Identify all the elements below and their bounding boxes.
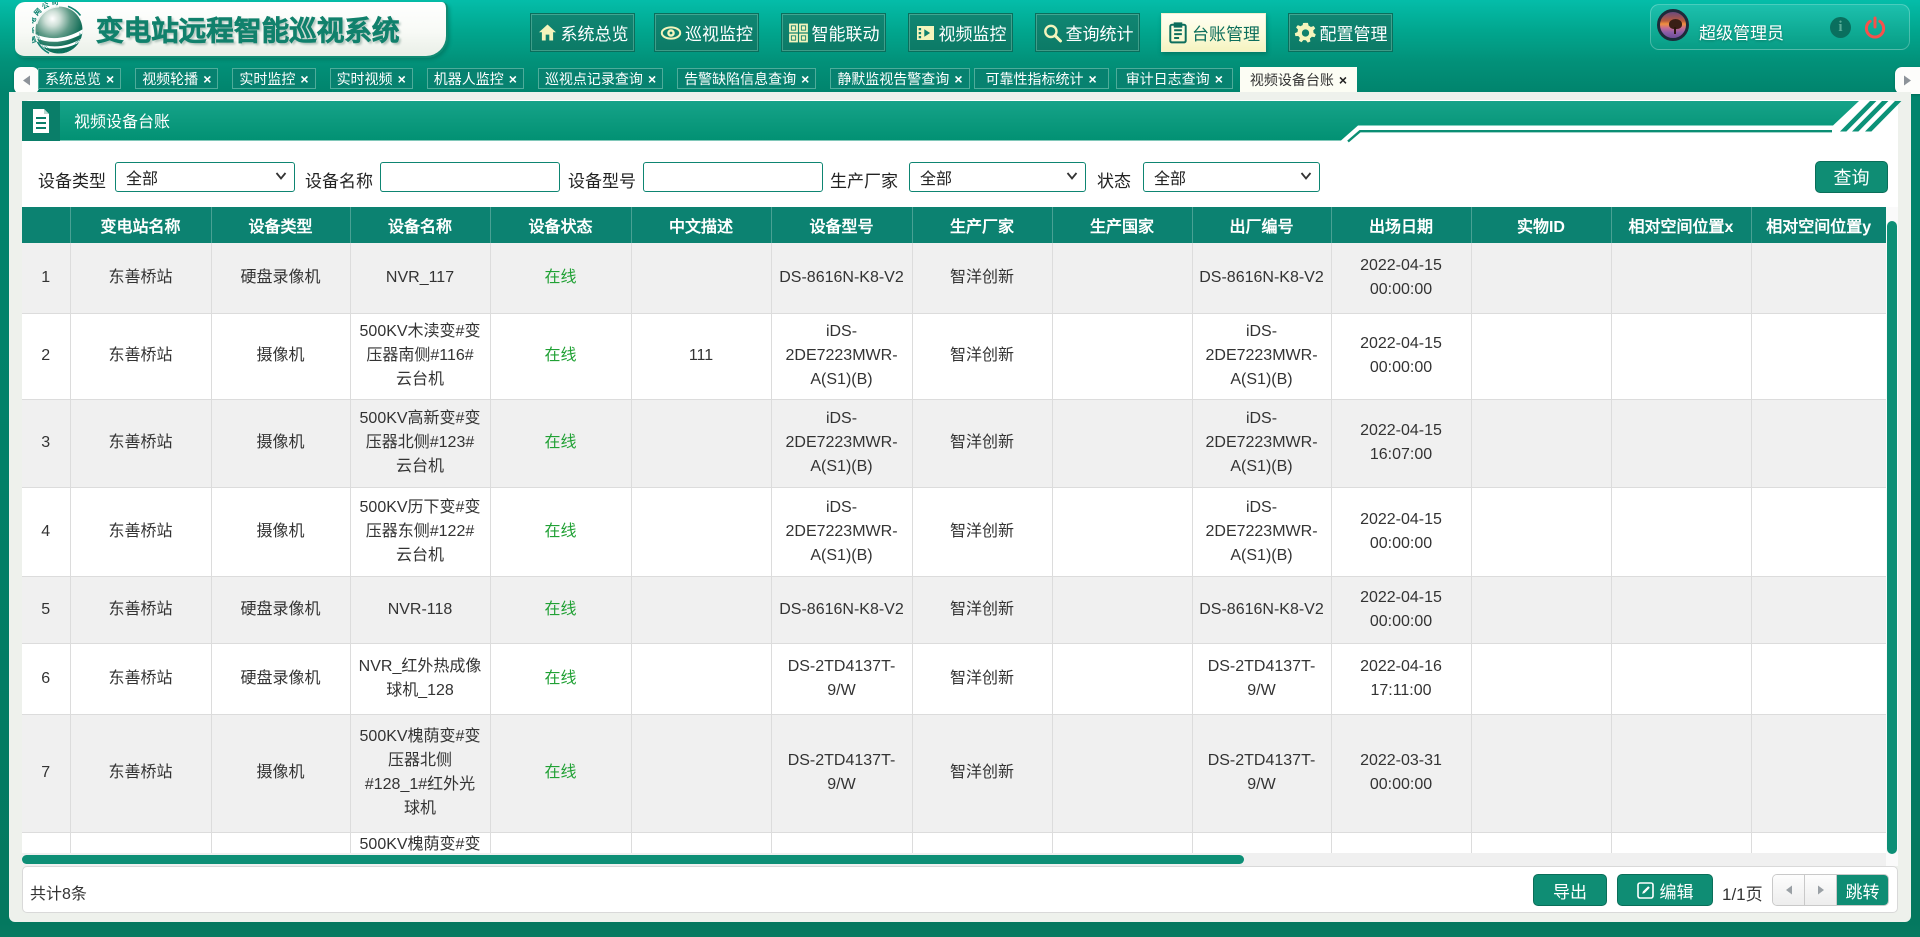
svg-text:视频设备台账: 视频设备台账 [74,113,170,131]
